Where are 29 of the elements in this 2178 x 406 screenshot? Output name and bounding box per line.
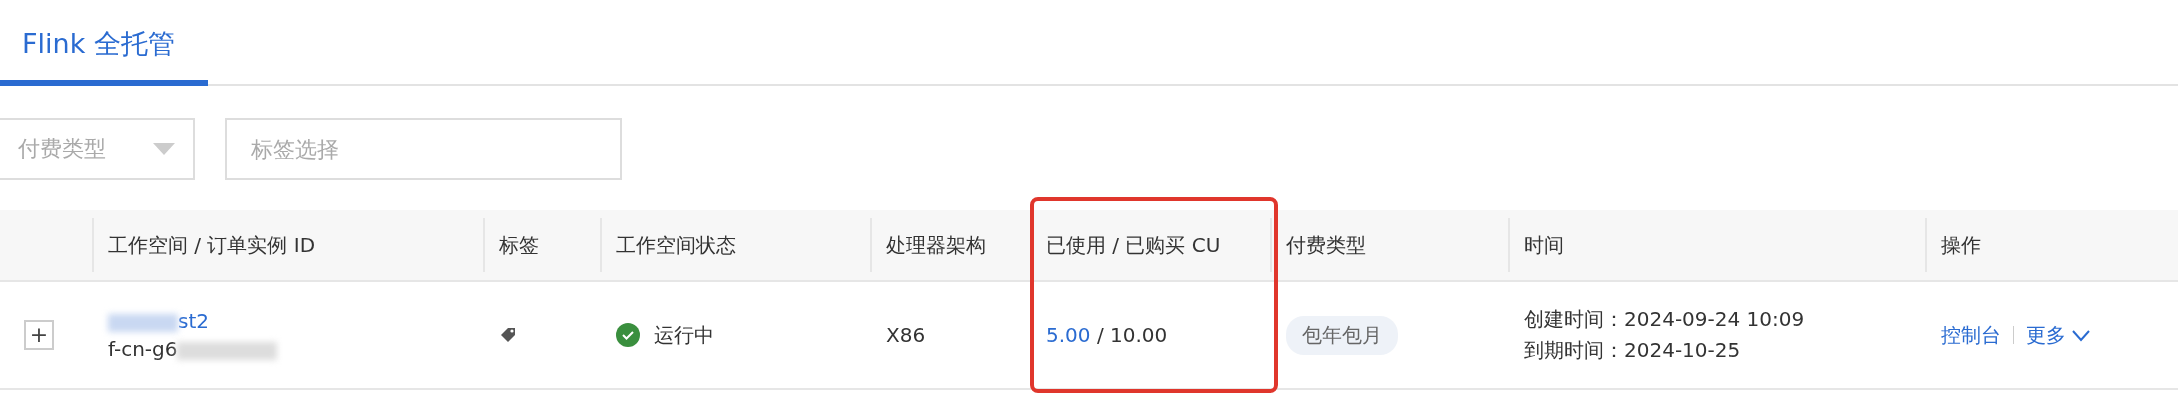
column-header: 已使用 / 已购买 CU: [1046, 231, 1221, 259]
redaction-blur: [108, 313, 178, 332]
column-header: 标签: [499, 231, 539, 259]
pay-type-tag: 包年包月: [1286, 315, 1398, 355]
expire-time: 到期时间：2024-10-25: [1524, 337, 1742, 364]
status-text: 运行中: [654, 321, 714, 349]
cu-separator: /: [1096, 323, 1104, 347]
cu-used-link[interactable]: 5.00: [1046, 323, 1091, 347]
column-header: 付费类型: [1286, 231, 1366, 259]
expand-button[interactable]: +: [24, 320, 54, 350]
chevron-down-icon: [2072, 329, 2091, 342]
select-placeholder: 付费类型: [18, 135, 106, 163]
table-cell-text: X86: [886, 323, 927, 347]
caret-icon: [153, 143, 175, 155]
console-link[interactable]: 控制台: [1941, 321, 2001, 349]
cu-total: 10.00: [1110, 323, 1168, 347]
more-link[interactable]: 更多: [2026, 321, 2091, 349]
created-time: 创建时间：2024-09-24 10:09: [1524, 306, 1806, 333]
tag-icon[interactable]: [499, 326, 517, 344]
column-header: 处理器架构: [886, 231, 986, 259]
column-header: 工作空间 / 订单实例 ID: [108, 231, 316, 259]
instance-id: f-cn-g6: [108, 337, 178, 361]
column-header: 操作: [1941, 231, 1981, 259]
tag-select-field[interactable]: 标签选择: [225, 118, 622, 180]
column-header: 时间: [1524, 231, 1564, 259]
tab[interactable]: Flink 全托管: [0, 0, 208, 86]
column-header: 工作空间状态: [616, 231, 736, 259]
check-circle-icon: [616, 323, 640, 347]
workspace-link[interactable]: st2: [178, 309, 209, 333]
